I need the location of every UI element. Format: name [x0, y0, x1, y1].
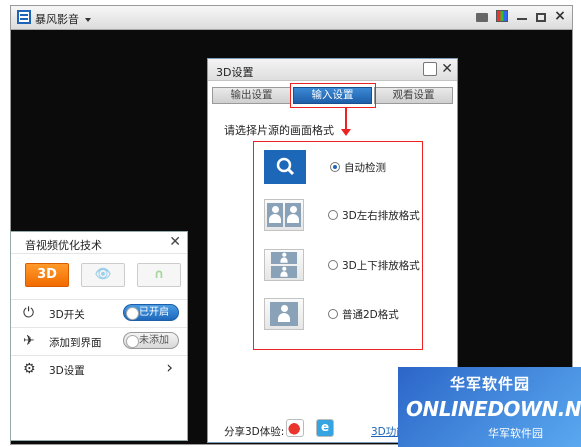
tab-view-settings[interactable]: 观看设置 — [374, 87, 453, 104]
watermark-logo: 华军软件园 ONLINEDOWN.NET 华军软件园 — [398, 367, 581, 447]
side-by-side-icon[interactable] — [264, 199, 304, 231]
row-label: 添加到界面 — [49, 337, 102, 349]
2d-person-icon[interactable] — [264, 298, 304, 330]
gear-icon: ⚙ — [23, 361, 36, 377]
qzone-icon[interactable] — [316, 419, 334, 437]
row-label: 3D设置 — [49, 365, 85, 377]
tab-output-settings[interactable]: 输出设置 — [212, 87, 291, 104]
title-dropdown-icon[interactable] — [85, 18, 91, 22]
option-2d[interactable]: 普通2D格式 — [264, 298, 399, 330]
pin-icon: ✈ — [23, 333, 35, 349]
power-icon: ⏻ — [23, 305, 35, 321]
option-side-by-side[interactable]: 3D左右排放格式 — [264, 199, 420, 231]
annotation-arrow-head — [341, 129, 351, 136]
watermark-cn-small: 华军软件园 — [488, 427, 543, 440]
3d-mode-button[interactable]: 3D — [25, 263, 69, 287]
radio-top-bottom[interactable] — [328, 260, 338, 270]
dialog-close-button[interactable]: ✕ — [441, 61, 453, 77]
magnifier-icon[interactable] — [264, 150, 306, 184]
window-controls: × — [476, 9, 566, 23]
row-label: 3D开关 — [49, 309, 85, 321]
thumbs-up-icon[interactable] — [423, 62, 437, 76]
player-titlebar: 暴风影音 × — [11, 6, 572, 30]
option-label: 3D上下排放格式 — [342, 259, 420, 272]
row-add-to-ui: ✈ 添加到界面 未添加 — [11, 327, 187, 353]
eye-mode-icon[interactable]: 👁 — [81, 263, 125, 287]
maximize-icon[interactable] — [536, 12, 546, 22]
option-label: 3D左右排放格式 — [342, 209, 420, 222]
dialog-title: 3D设置 — [216, 66, 254, 79]
panel-header: 音视频优化技术 ✕ — [11, 232, 187, 254]
headphone-mode-icon[interactable]: ∩ — [137, 263, 181, 287]
share-label: 分享3D体验: — [224, 426, 285, 438]
app-logo-icon[interactable] — [17, 10, 31, 24]
app-title[interactable]: 暴风影音 — [35, 11, 79, 27]
row-3d-settings[interactable]: ⚙ 3D设置 › — [11, 355, 187, 381]
watermark-en: ONLINEDOWN.NET — [406, 397, 581, 421]
format-prompt: 请选择片源的画面格式 — [224, 124, 334, 137]
weibo-icon[interactable] — [286, 419, 304, 437]
close-icon[interactable]: × — [554, 9, 566, 23]
minimize-icon[interactable] — [516, 10, 528, 22]
option-auto-detect[interactable]: 自动检测 — [264, 150, 386, 184]
dialog-header: 3D设置 ✕ — [208, 59, 457, 81]
radio-2d[interactable] — [328, 309, 338, 319]
av-optimization-panel: 音视频优化技术 ✕ 3D 👁 ∩ ⏻ 3D开关 已开启 ✈ 添加到界面 未添加 … — [10, 231, 188, 441]
chevron-right-icon[interactable]: › — [166, 358, 173, 378]
chat-icon[interactable] — [476, 12, 488, 22]
panel-title: 音视频优化技术 — [25, 239, 102, 252]
3d-switch-toggle[interactable]: 已开启 — [123, 304, 179, 321]
tab-highlight-box — [290, 83, 376, 108]
watermark-cn: 华军软件园 — [450, 375, 531, 393]
radio-side-by-side[interactable] — [328, 210, 338, 220]
format-options-box: 自动检测 3D左右排放格式 3D上下排放格式 普通2D格式 — [253, 141, 423, 350]
mode-buttons: 3D 👁 ∩ — [25, 263, 181, 287]
option-label: 自动检测 — [344, 161, 386, 174]
row-3d-switch: ⏻ 3D开关 已开启 — [11, 299, 187, 325]
annotation-arrow — [345, 108, 347, 130]
skin-icon[interactable] — [496, 10, 508, 22]
add-to-ui-toggle[interactable]: 未添加 — [123, 332, 179, 349]
radio-auto-detect[interactable] — [330, 162, 340, 172]
option-top-bottom[interactable]: 3D上下排放格式 — [264, 249, 420, 281]
option-label: 普通2D格式 — [342, 308, 399, 321]
panel-close-button[interactable]: ✕ — [169, 234, 181, 250]
top-bottom-icon[interactable] — [264, 249, 304, 281]
